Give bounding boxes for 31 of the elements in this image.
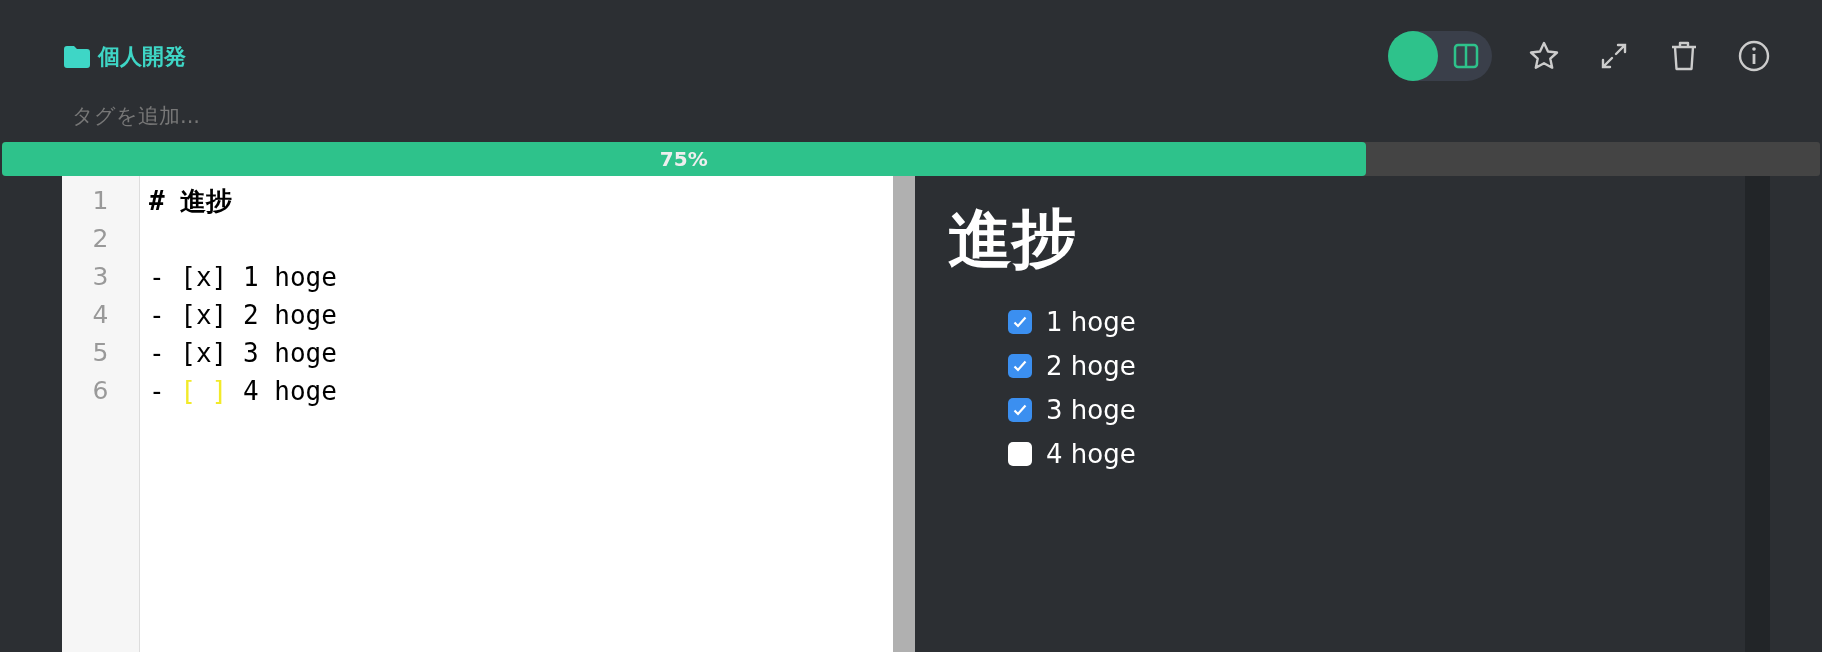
line-number: 2: [91, 223, 110, 255]
task-label: 3 hoge: [1046, 395, 1136, 425]
preview-heading: 進捗: [948, 201, 1077, 278]
split-view-icon: [1452, 42, 1480, 70]
highlighted-code: [ ]: [180, 375, 228, 408]
task-checkbox[interactable]: [1008, 398, 1032, 422]
code-text: - [x] 1 hoge: [149, 261, 337, 294]
progress-label: 75%: [659, 147, 708, 171]
line-number: 4: [91, 299, 110, 331]
code-text: -: [149, 375, 166, 408]
folder-icon: [64, 46, 90, 68]
code-text: 4 hoge: [241, 375, 337, 408]
task-checkbox[interactable]: [1008, 310, 1032, 334]
tag-input-field[interactable]: タグを追加...: [64, 104, 372, 128]
line-number: 1: [91, 185, 110, 217]
task-checkbox[interactable]: [1008, 442, 1032, 466]
line-number: 3: [91, 261, 110, 293]
info-icon[interactable]: [1736, 38, 1772, 74]
folder-name[interactable]: 個人開発: [98, 42, 186, 72]
task-label: 4 hoge: [1046, 439, 1136, 469]
task-checkbox[interactable]: [1008, 354, 1032, 378]
task-label: 1 hoge: [1046, 307, 1136, 337]
code-text: - [x] 2 hoge: [149, 299, 337, 332]
code-text: # 進捗: [149, 185, 233, 218]
task-label: 2 hoge: [1046, 351, 1136, 381]
split-view-toggle[interactable]: [1388, 31, 1492, 81]
code-text: - [x] 3 hoge: [149, 337, 337, 370]
scrollbar[interactable]: [1745, 176, 1770, 652]
line-number: 6: [91, 375, 110, 407]
line-number: 5: [91, 337, 110, 369]
markdown-editor[interactable]: 1 2 3 4 5 6 # 進捗 - [x] 1 hoge - [x] 2 hoge - [x] 3 hoge - [ ] 4 hoge: [62, 176, 893, 652]
